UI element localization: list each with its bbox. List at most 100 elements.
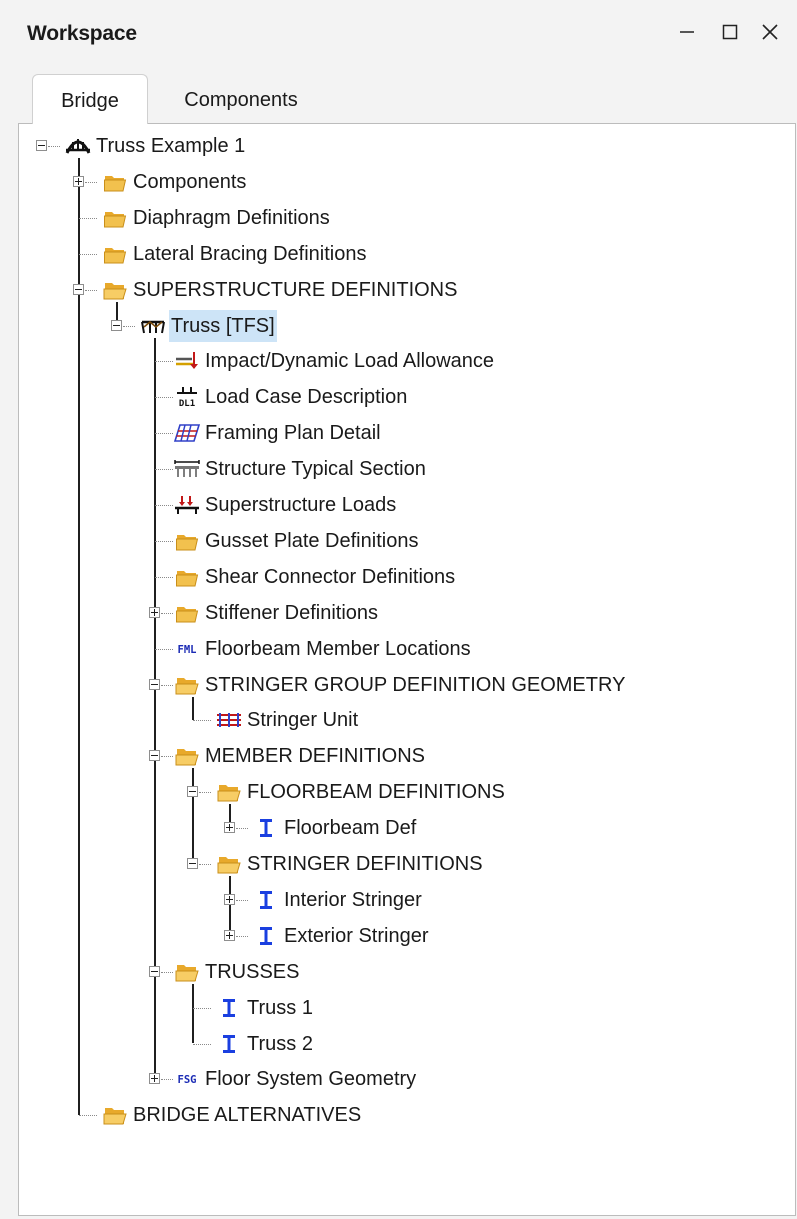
i-beam-icon [260,819,272,838]
collapse-toggle[interactable] [149,678,160,690]
tree-node-label[interactable]: Exterior Stringer [282,920,431,952]
tree-node-label[interactable]: Load Case Description [203,381,409,413]
expand-toggle[interactable] [73,175,84,187]
stringer-unit-icon [217,713,241,728]
tree-node-label[interactable]: Stringer Unit [245,704,360,736]
open-folder-icon [215,778,243,806]
tree-node-label[interactable]: Framing Plan Detail [203,417,383,449]
tree-connector [236,935,248,937]
tree-connector [155,505,173,506]
i-beam-icon [223,998,235,1017]
fml-icon: FML [178,644,197,656]
i-beam-icon [252,886,280,914]
tab-components[interactable]: Components [156,74,326,124]
folder-icon [173,527,201,555]
i-beam-icon [252,814,280,842]
svg-text:DL1: DL1 [179,399,195,409]
tree-node-label[interactable]: SUPERSTRUCTURE DEFINITIONS [131,274,459,306]
maximize-icon [722,24,738,40]
tree-guide-line [192,983,194,1044]
tree-connector [161,1079,173,1081]
tree-node-label[interactable]: FLOORBEAM DEFINITIONS [245,776,507,808]
tab-bridge[interactable]: Bridge [32,74,148,124]
open-folder-icon [175,749,199,766]
expand-toggle[interactable] [224,822,235,834]
tree-connector [79,253,97,255]
close-button[interactable] [752,14,788,50]
tree-node-label[interactable]: Truss 1 [245,992,315,1024]
open-folder-icon [103,282,127,300]
tree-connector [161,756,173,758]
tree-node-label[interactable]: Lateral Bracing Definitions [131,238,368,270]
window-title: Workspace [27,22,137,45]
collapse-toggle[interactable] [73,283,84,295]
svg-text:FSG: FSG [178,1074,197,1086]
expand-toggle[interactable] [224,893,235,905]
truss-icon [141,320,165,333]
expand-toggle[interactable] [224,929,235,941]
tree-guide-line [192,768,194,864]
tree-node-label[interactable]: Truss [TFS] [169,309,277,342]
open-folder-icon [101,1101,129,1129]
bridge-icon [64,132,92,160]
tree-connector [236,828,248,830]
maximize-button[interactable] [712,14,748,50]
bridge-tree[interactable]: Truss Example 1 Components Diaphragm Defin… [18,123,796,1216]
i-beam-icon [215,1030,243,1058]
tree-node-label[interactable]: Superstructure Loads [203,489,398,521]
open-folder-icon [173,742,201,770]
tree-node-label[interactable]: Diaphragm Definitions [131,202,332,234]
tree-connector [193,1043,211,1045]
tree-node-label[interactable]: Structure Typical Section [203,453,428,485]
collapse-toggle[interactable] [149,750,160,762]
tree-node-label[interactable]: MEMBER DEFINITIONS [203,740,427,772]
expand-toggle[interactable] [149,1073,160,1085]
tree-connector [199,864,211,865]
tree-connector [236,899,248,901]
tree-node-label[interactable]: BRIDGE ALTERNATIVES [131,1099,363,1131]
superstructure-loads-icon [173,491,201,519]
fml-icon: FML [173,635,201,663]
tree-node-label[interactable]: Stiffener Definitions [203,597,380,629]
folder-icon [104,247,127,264]
framing-plan-icon [173,419,201,447]
tree-connector [161,971,173,973]
open-folder-icon [101,276,129,304]
tree-node-label[interactable]: STRINGER GROUP DEFINITION GEOMETRY [203,669,627,701]
tree-node-label[interactable]: Floorbeam Member Locations [203,633,473,665]
impact-load-icon [176,352,198,370]
collapse-toggle[interactable] [149,965,160,977]
tree-node-label[interactable]: Floor System Geometry [203,1063,418,1095]
tree-node-label[interactable]: Interior Stringer [282,884,424,916]
tree-connector [155,576,173,578]
tree-node-label[interactable]: Impact/Dynamic Load Allowance [203,345,496,377]
tree-node-label[interactable]: TRUSSES [203,956,301,988]
minimize-button[interactable] [669,14,705,50]
open-folder-icon [175,677,199,694]
tree-node-label[interactable]: Truss 2 [245,1028,315,1060]
tree-node-label[interactable]: Gusset Plate Definitions [203,525,420,557]
folder-icon [101,168,129,196]
tree-node-label[interactable]: STRINGER DEFINITIONS [245,848,485,880]
collapse-toggle[interactable] [187,786,198,798]
svg-text:FML: FML [178,644,197,656]
tree-connector [48,146,60,147]
tree-node-label[interactable]: Shear Connector Definitions [203,561,457,593]
tree-node-label[interactable]: Components [131,166,248,198]
tree-connector [155,469,173,471]
impact-load-icon [173,347,201,375]
collapse-toggle[interactable] [111,319,122,331]
tree-node-label[interactable]: Truss Example 1 [94,130,247,162]
i-beam-icon [252,922,280,950]
tree-guide-line [229,876,231,936]
collapse-toggle[interactable] [187,858,198,869]
collapse-toggle[interactable] [36,140,47,151]
folder-icon [173,599,201,627]
superstructure-loads-icon [175,496,199,514]
expand-toggle[interactable] [149,606,160,618]
tree-connector [155,361,173,363]
folder-icon [173,563,201,591]
tree-node-label[interactable]: Floorbeam Def [282,812,418,844]
folder-icon [104,211,127,228]
open-folder-icon [175,964,199,982]
